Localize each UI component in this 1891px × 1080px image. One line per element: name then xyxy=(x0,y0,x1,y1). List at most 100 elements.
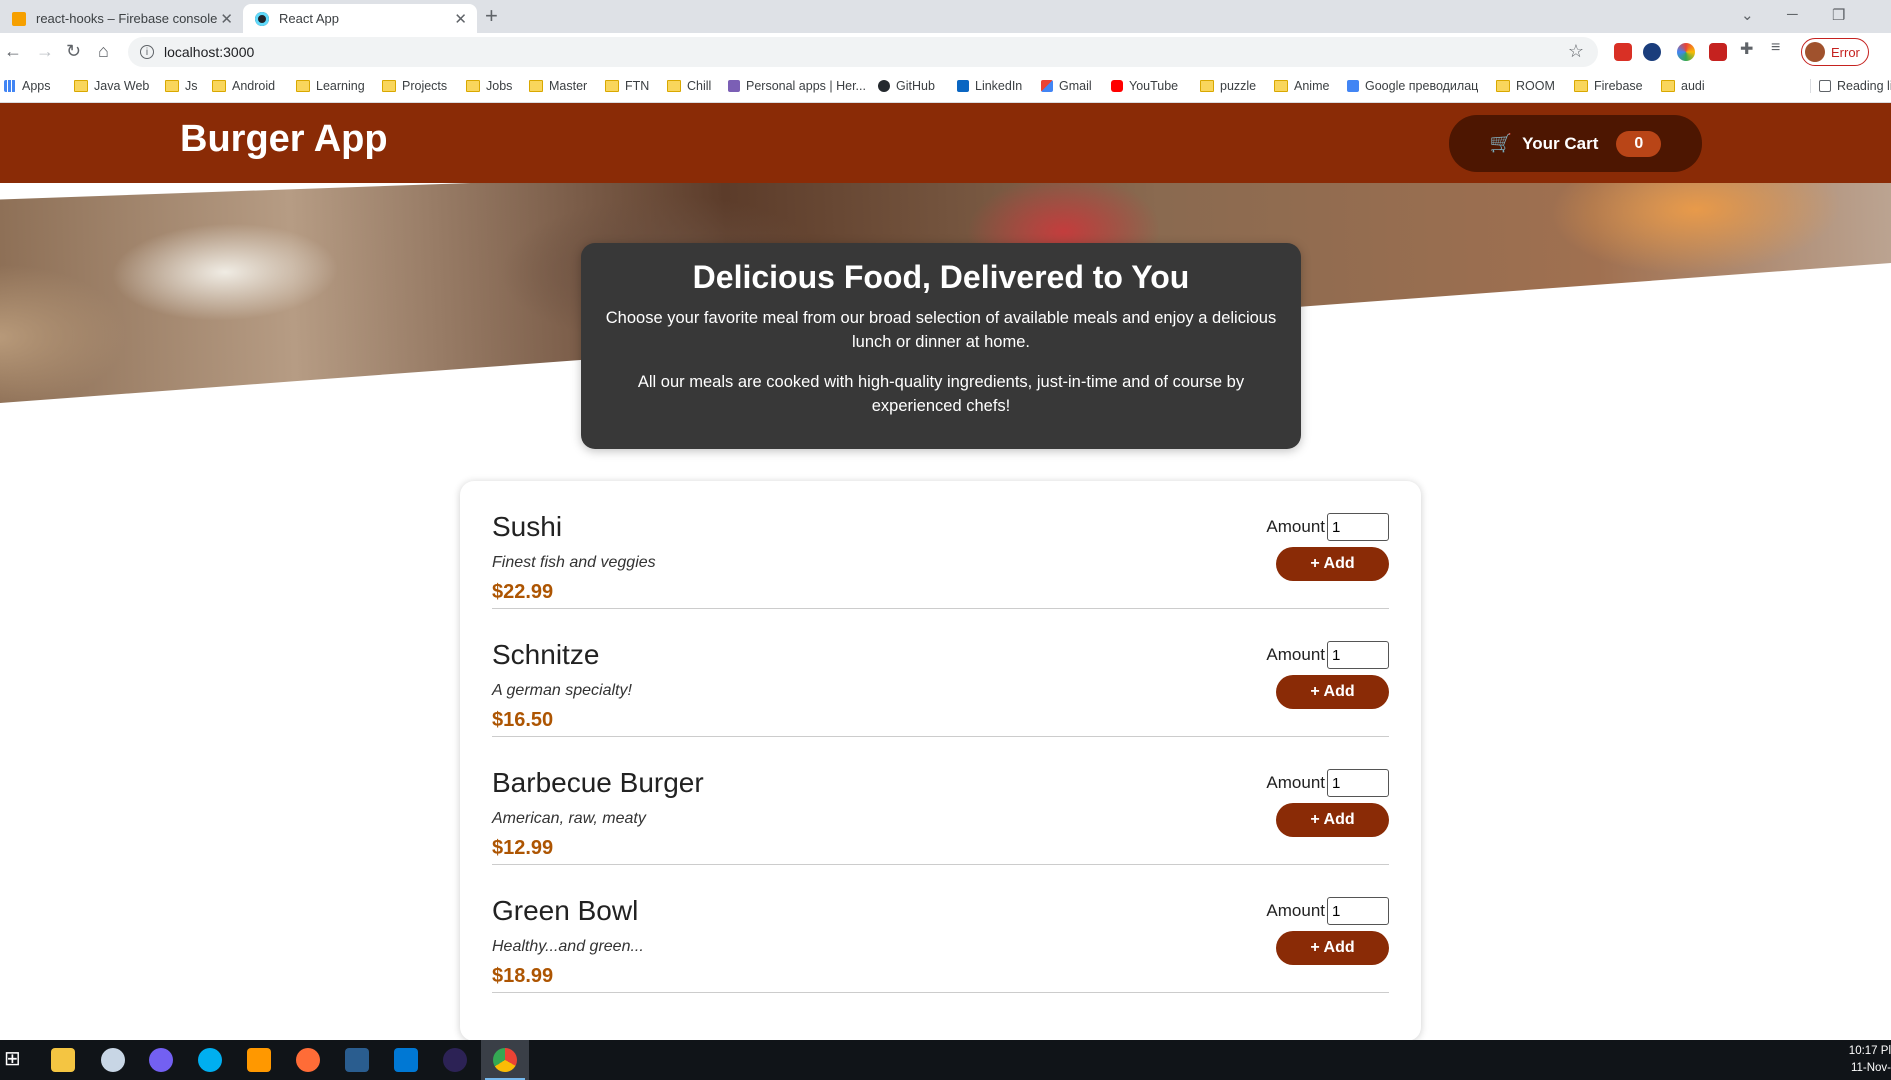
postman-icon[interactable] xyxy=(296,1048,320,1072)
avatar xyxy=(1805,42,1825,62)
folder-icon xyxy=(605,80,619,92)
bookmark-android[interactable]: Android xyxy=(212,79,275,93)
paint-app-icon[interactable] xyxy=(101,1048,125,1072)
bookmark-github[interactable]: GitHub xyxy=(878,79,935,93)
bookmark-anime[interactable]: Anime xyxy=(1274,79,1329,93)
bookmark-learning[interactable]: Learning xyxy=(296,79,365,93)
amount-control: Amount xyxy=(1266,769,1389,797)
browser-tab-strip: react-hooks – Firebase console ✕ React A… xyxy=(0,0,1891,33)
bookmark-gmail[interactable]: Gmail xyxy=(1041,79,1092,93)
tab-search-icon[interactable]: ⌄ xyxy=(1741,6,1754,24)
bookmark-ftn[interactable]: FTN xyxy=(605,79,649,93)
windows-start-icon[interactable]: ⊞ xyxy=(4,1046,28,1070)
reading-list-button[interactable]: Reading lis xyxy=(1810,79,1891,93)
clock-time: 10:17 Pl xyxy=(1848,1045,1891,1057)
meal-description: American, raw, meaty xyxy=(492,810,646,827)
close-icon[interactable]: ✕ xyxy=(454,10,467,28)
shield-extension-icon[interactable] xyxy=(1614,43,1632,61)
github-icon xyxy=(878,80,890,92)
folder-icon xyxy=(1496,80,1510,92)
google-translate-icon xyxy=(1347,80,1359,92)
amount-label: Amount xyxy=(1266,517,1325,536)
meal-name: Sushi xyxy=(492,511,563,542)
bookmarks-bar: Apps Java Web Js Android Learning Projec… xyxy=(0,71,1891,103)
folder-icon xyxy=(1274,80,1288,92)
profile-status: Error xyxy=(1831,44,1860,60)
viber-icon[interactable] xyxy=(149,1048,173,1072)
bookmark-apps[interactable]: Apps xyxy=(4,79,51,93)
cart-button[interactable]: 🛒 Your Cart 0 xyxy=(1449,115,1702,172)
bookmark-google-translate[interactable]: Google преводилац xyxy=(1347,79,1478,93)
meal-item: Barbecue Burger American, raw, meaty $12… xyxy=(492,737,1389,865)
linkedin-icon xyxy=(957,80,969,92)
site-info-icon[interactable]: i xyxy=(140,45,154,59)
bookmark-youtube[interactable]: YouTube xyxy=(1111,79,1178,93)
folder-icon xyxy=(466,80,480,92)
bookmark-firebase[interactable]: Firebase xyxy=(1574,79,1643,93)
summary-title: Delicious Food, Delivered to You xyxy=(692,259,1190,295)
windows-taskbar: ⊞ 10:17 Pl 11-Nov- xyxy=(0,1040,1891,1080)
reload-icon[interactable]: ↻ xyxy=(66,41,81,62)
cart-label: Your Cart xyxy=(1522,133,1599,153)
forward-icon[interactable]: → xyxy=(36,41,54,62)
meal-description: A german specialty! xyxy=(492,682,632,699)
amount-control: Amount xyxy=(1266,897,1389,925)
skype-icon[interactable] xyxy=(198,1048,222,1072)
back-icon[interactable]: ← xyxy=(4,41,22,62)
app-header: Burger App 🛒 Your Cart 0 xyxy=(0,103,1891,183)
gmail-icon xyxy=(1041,80,1053,92)
bookmark-audi[interactable]: audi xyxy=(1661,79,1705,93)
chrome-taskbar-active[interactable] xyxy=(481,1040,529,1080)
heroku-icon xyxy=(728,80,740,92)
bookmark-linkedin[interactable]: LinkedIn xyxy=(957,79,1022,93)
address-bar[interactable]: i localhost:3000 ☆ xyxy=(128,37,1598,67)
bookmark-java-web[interactable]: Java Web xyxy=(74,79,149,93)
url-text[interactable]: localhost:3000 xyxy=(164,44,254,60)
meal-name: Barbecue Burger xyxy=(492,767,704,798)
reading-mode-icon[interactable]: ≡ xyxy=(1771,39,1789,57)
minimize-icon[interactable]: ─ xyxy=(1787,6,1798,23)
amount-input[interactable] xyxy=(1327,513,1389,541)
bookmark-js[interactable]: Js xyxy=(165,79,198,93)
bookmark-personal-apps[interactable]: Personal apps | Her... xyxy=(728,79,866,93)
add-to-cart-button[interactable]: + Add xyxy=(1276,803,1389,837)
bookmark-puzzle[interactable]: puzzle xyxy=(1200,79,1256,93)
check-extension-icon[interactable] xyxy=(1643,43,1661,61)
bookmark-room[interactable]: ROOM xyxy=(1496,79,1555,93)
new-tab-button[interactable]: + xyxy=(485,3,498,29)
restore-icon[interactable]: ❐ xyxy=(1832,6,1845,24)
home-icon[interactable]: ⌂ xyxy=(98,41,109,62)
folder-icon xyxy=(667,80,681,92)
file-explorer-icon[interactable] xyxy=(51,1048,75,1072)
sublime-text-icon[interactable] xyxy=(247,1048,271,1072)
add-to-cart-button[interactable]: + Add xyxy=(1276,931,1389,965)
image-extension-icon[interactable] xyxy=(1709,43,1727,61)
system-clock[interactable]: 10:17 Pl 11-Nov- xyxy=(1849,1043,1891,1077)
mysql-workbench-icon[interactable] xyxy=(345,1048,369,1072)
bookmark-star-icon[interactable]: ☆ xyxy=(1568,41,1584,62)
extensions-puzzle-icon[interactable]: ✚ xyxy=(1740,39,1758,58)
meal-name: Schnitze xyxy=(492,639,600,670)
tab-title: react-hooks – Firebase console xyxy=(36,11,218,26)
add-to-cart-button[interactable]: + Add xyxy=(1276,547,1389,581)
bookmark-jobs[interactable]: Jobs xyxy=(466,79,512,93)
color-picker-extension-icon[interactable] xyxy=(1677,43,1695,61)
close-icon[interactable]: ✕ xyxy=(220,10,233,28)
amount-input[interactable] xyxy=(1327,897,1389,925)
tab-firebase-console[interactable]: react-hooks – Firebase console ✕ xyxy=(0,4,243,33)
amount-input[interactable] xyxy=(1327,769,1389,797)
bookmark-projects[interactable]: Projects xyxy=(382,79,447,93)
add-to-cart-button[interactable]: + Add xyxy=(1276,675,1389,709)
meal-item: Schnitze A german specialty! $16.50 Amou… xyxy=(492,609,1389,737)
bookmark-master[interactable]: Master xyxy=(529,79,587,93)
folder-icon xyxy=(212,80,226,92)
bookmark-chill[interactable]: Chill xyxy=(667,79,711,93)
vscode-icon[interactable] xyxy=(394,1048,418,1072)
amount-input[interactable] xyxy=(1327,641,1389,669)
profile-button[interactable]: Error xyxy=(1801,38,1869,66)
firebase-icon xyxy=(12,11,26,26)
eclipse-icon[interactable] xyxy=(443,1048,467,1072)
folder-icon xyxy=(1661,80,1675,92)
tab-react-app[interactable]: React App ✕ xyxy=(243,4,477,33)
meal-item: Green Bowl Healthy...and green... $18.99… xyxy=(492,865,1389,993)
